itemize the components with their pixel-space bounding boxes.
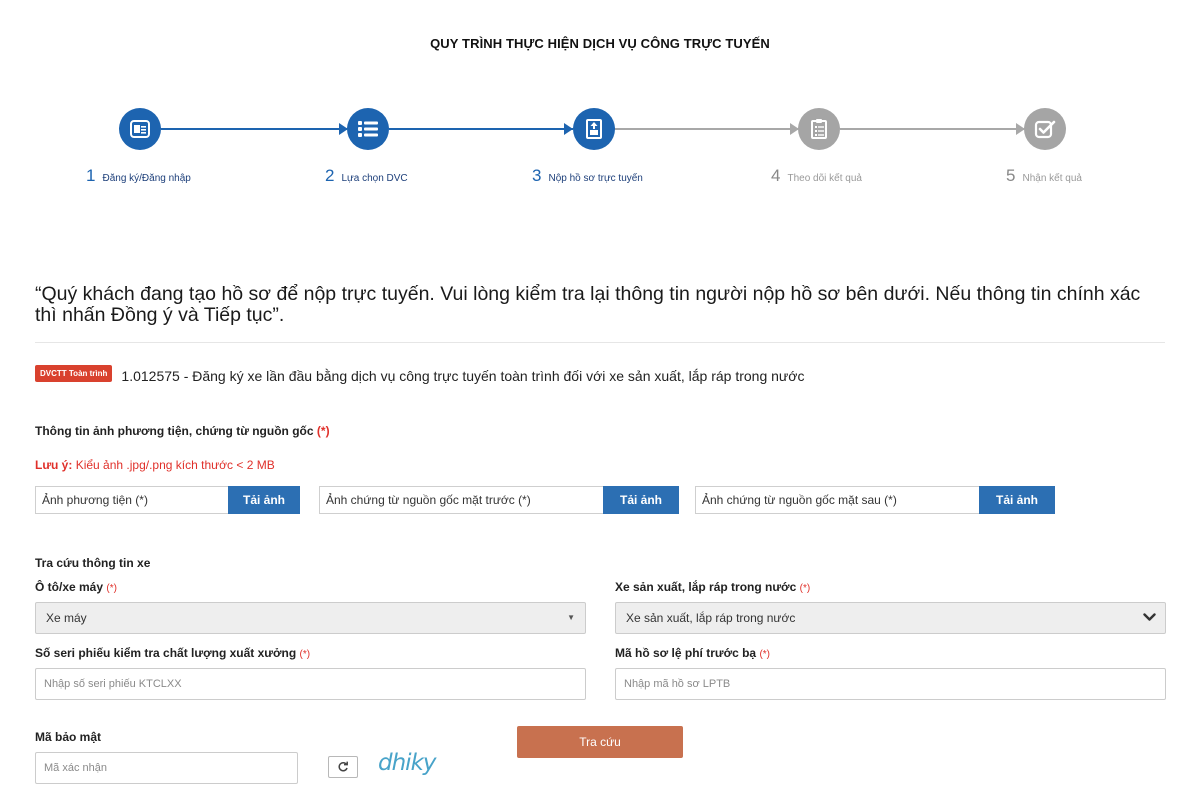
origin-select[interactable]: Xe sản xuất, lắp ráp trong nước xyxy=(615,602,1166,634)
step-text: Lựa chọn DVC xyxy=(341,173,408,184)
upload-note: Lưu ý: Kiểu ảnh .jpg/.png kích thước < 2… xyxy=(35,458,275,472)
divider xyxy=(35,342,1165,343)
vehicle-photo-upload-button[interactable]: Tải ảnh xyxy=(228,486,300,514)
arrow-right-icon xyxy=(564,123,573,135)
step-connector xyxy=(614,128,798,130)
serial-label: Số seri phiếu kiểm tra chất lượng xuất x… xyxy=(35,646,310,660)
step-2-circle[interactable] xyxy=(347,108,389,150)
serial-label-text: Số seri phiếu kiểm tra chất lượng xuất x… xyxy=(35,646,297,660)
step-number: 2 xyxy=(325,166,335,185)
upload-document-icon xyxy=(586,119,602,139)
page-title: QUY TRÌNH THỰC HIỆN DỊCH VỤ CÔNG TRỰC TU… xyxy=(430,36,770,51)
fee-code-label-text: Mã hồ sơ lệ phí trước bạ xyxy=(615,646,757,660)
process-stepper: 1 Đăng ký/Đăng nhập 2 Lựa chọn DVC 3 Nộp… xyxy=(0,100,1200,200)
step-connector xyxy=(840,128,1024,130)
photo-section-title-text: Thông tin ảnh phương tiện, chứng từ nguồ… xyxy=(35,424,314,438)
refresh-captcha-button[interactable] xyxy=(328,756,358,778)
step-3-label[interactable]: 3 Nộp hồ sơ trực tuyến xyxy=(532,166,643,186)
vehicle-photo-field[interactable]: Ảnh phương tiện (*) xyxy=(35,486,228,514)
photo-section-title: Thông tin ảnh phương tiện, chứng từ nguồ… xyxy=(35,424,330,438)
vehicle-type-label: Ô tô/xe máy (*) xyxy=(35,580,117,594)
step-text: Nộp hồ sơ trực tuyến xyxy=(548,173,643,184)
origin-back-field[interactable]: Ảnh chứng từ nguồn gốc mặt sau (*) xyxy=(695,486,979,514)
required-mark: (*) xyxy=(759,649,771,660)
caret-down-icon: ▼ xyxy=(567,613,575,622)
lookup-section-title: Tra cứu thông tin xe xyxy=(35,556,151,570)
fee-code-label: Mã hồ sơ lệ phí trước bạ (*) xyxy=(615,646,770,660)
check-box-icon xyxy=(1034,120,1056,139)
step-3-circle[interactable] xyxy=(573,108,615,150)
refresh-icon xyxy=(338,761,348,772)
notice-text: “Quý khách đang tạo hồ sơ để nộp trực tu… xyxy=(35,283,1141,326)
security-code-input[interactable]: Mã xác nhận xyxy=(35,752,298,784)
list-icon xyxy=(358,121,378,137)
step-text: Đăng ký/Đăng nhập xyxy=(102,173,191,184)
origin-back-upload-button[interactable]: Tải ảnh xyxy=(979,486,1055,514)
search-button[interactable]: Tra cứu xyxy=(517,726,683,758)
chevron-down-icon xyxy=(1143,613,1156,621)
service-title: 1.012575 - Đăng ký xe lần đầu bằng dịch … xyxy=(121,368,805,384)
origin-label: Xe sản xuất, lắp ráp trong nước (*) xyxy=(615,580,810,594)
origin-value: Xe sản xuất, lắp ráp trong nước xyxy=(626,611,796,625)
captcha-image: dhiky xyxy=(378,750,436,776)
note-prefix: Lưu ý: xyxy=(35,458,73,472)
service-row: DVCTT Toàn trình 1.012575 - Đăng ký xe l… xyxy=(35,364,805,384)
step-2-label[interactable]: 2 Lựa chọn DVC xyxy=(325,166,408,186)
serial-input[interactable]: Nhập số seri phiếu KTCLXX xyxy=(35,668,586,700)
step-text: Nhận kết quả xyxy=(1022,173,1082,184)
step-4-label: 4 Theo dõi kết quả xyxy=(771,166,862,186)
step-number: 3 xyxy=(532,166,542,185)
required-mark: (*) xyxy=(299,649,311,660)
step-4-circle xyxy=(798,108,840,150)
security-code-label: Mã bảo mật xyxy=(35,730,102,744)
fee-code-input[interactable]: Nhập mã hồ sơ LPTB xyxy=(615,668,1166,700)
step-connector xyxy=(161,128,347,130)
vehicle-type-value: Xe máy xyxy=(46,611,87,625)
step-number: 4 xyxy=(771,166,781,185)
step-1-circle[interactable] xyxy=(119,108,161,150)
step-1-label[interactable]: 1 Đăng ký/Đăng nhập xyxy=(86,166,191,186)
note-text: Kiểu ảnh .jpg/.png kích thước < 2 MB xyxy=(72,458,275,472)
clipboard-icon xyxy=(811,119,827,139)
vehicle-type-label-text: Ô tô/xe máy xyxy=(35,580,104,594)
vehicle-type-select[interactable]: Xe máy ▼ xyxy=(35,602,586,634)
vehicle-photo-upload: Ảnh phương tiện (*) Tải ảnh xyxy=(35,486,300,514)
origin-front-upload-button[interactable]: Tải ảnh xyxy=(603,486,679,514)
service-badge: DVCTT Toàn trình xyxy=(35,364,113,382)
origin-front-field[interactable]: Ảnh chứng từ nguồn gốc mặt trước (*) xyxy=(319,486,603,514)
required-mark: (*) xyxy=(316,424,330,438)
step-connector xyxy=(389,128,573,130)
step-5-circle xyxy=(1024,108,1066,150)
step-number: 5 xyxy=(1006,166,1016,185)
step-5-label: 5 Nhận kết quả xyxy=(1006,166,1082,186)
id-card-icon xyxy=(130,120,150,138)
origin-label-text: Xe sản xuất, lắp ráp trong nước xyxy=(615,580,797,594)
required-mark: (*) xyxy=(106,583,117,594)
origin-back-upload: Ảnh chứng từ nguồn gốc mặt sau (*) Tải ả… xyxy=(695,486,1055,514)
step-number: 1 xyxy=(86,166,96,185)
step-text: Theo dõi kết quả xyxy=(787,173,862,184)
required-mark: (*) xyxy=(799,583,811,594)
origin-front-upload: Ảnh chứng từ nguồn gốc mặt trước (*) Tải… xyxy=(319,486,679,514)
